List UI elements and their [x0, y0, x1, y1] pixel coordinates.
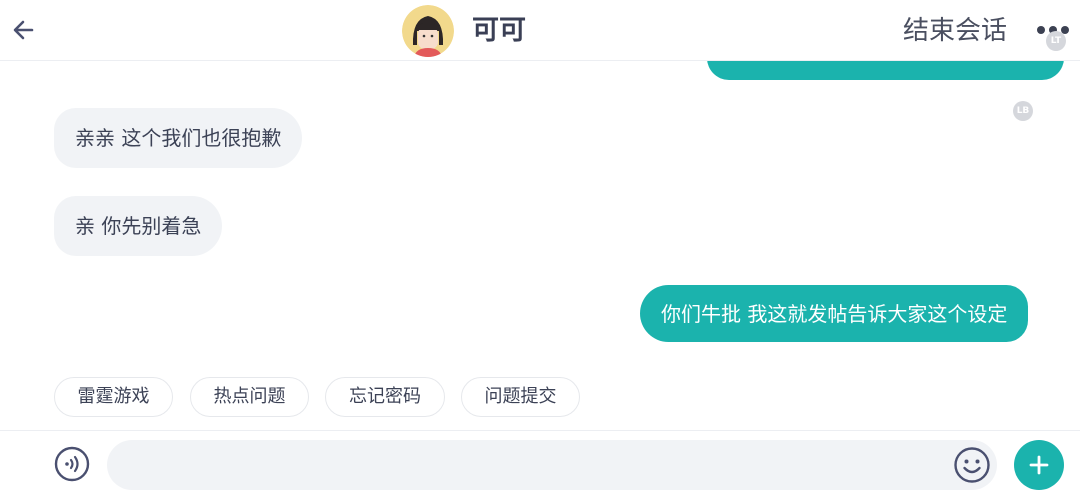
message-input[interactable]	[107, 440, 997, 490]
agent-avatar-icon	[402, 5, 454, 57]
voice-button[interactable]	[54, 446, 90, 482]
more-dots-icon	[1037, 26, 1045, 34]
message-bubble-incoming: 亲亲 这个我们也很抱歉	[54, 108, 303, 168]
quick-reply-chip[interactable]: 热点问题	[190, 377, 309, 417]
arrow-left-icon	[13, 20, 34, 40]
message-text: 你们牛批 我这就发帖告诉大家这个设定	[661, 301, 1008, 326]
emoji-button[interactable]	[953, 446, 991, 484]
voice-icon	[54, 446, 90, 482]
overlay-badge-top: LT	[1046, 31, 1066, 51]
add-button[interactable]	[1014, 440, 1064, 490]
back-button[interactable]	[8, 14, 40, 46]
avatar[interactable]	[402, 5, 454, 57]
end-session-button[interactable]: 结束会话	[903, 14, 1007, 48]
chat-header: 可可 结束会话 LT	[0, 0, 1080, 61]
message-text: 亲 你先别着急	[75, 214, 202, 238]
plus-icon	[1029, 455, 1049, 475]
emoji-icon	[954, 447, 990, 483]
overlay-badge-left: LB	[1013, 101, 1033, 121]
quick-reply-chip[interactable]: 问题提交	[461, 377, 580, 417]
page-title: 可可	[472, 15, 526, 46]
message-text: 亲亲 这个我们也很抱歉	[75, 126, 282, 150]
message-bubble-outgoing: 你们牛批 我这就发帖告诉大家这个设定	[640, 285, 1029, 342]
input-bar	[0, 430, 1080, 498]
message-bubble-incoming: 亲 你先别着急	[54, 196, 223, 256]
quick-reply-chip[interactable]: 忘记密码	[325, 377, 445, 417]
quick-reply-chip[interactable]: 雷霆游戏	[54, 377, 173, 417]
